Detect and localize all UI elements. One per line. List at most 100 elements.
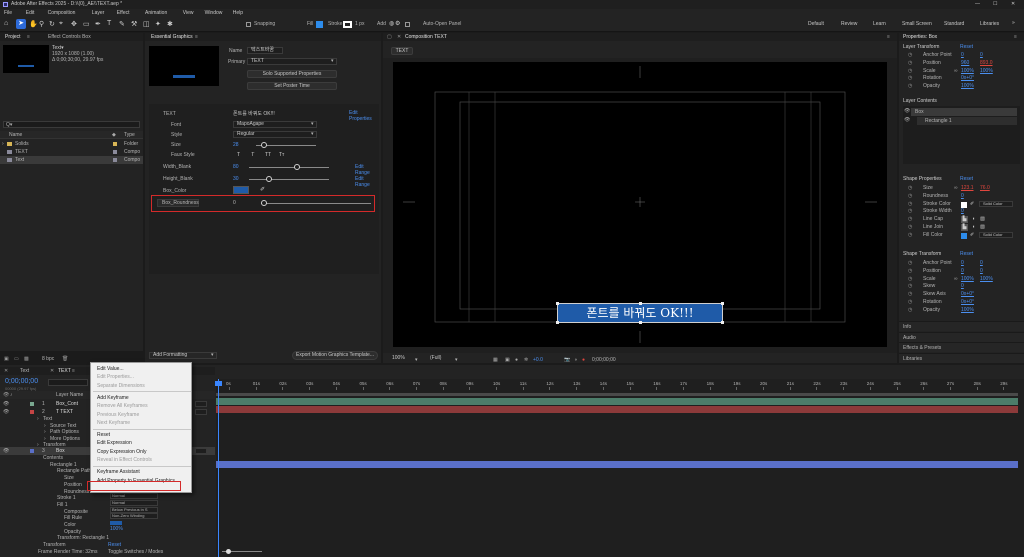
stopwatch-icon[interactable]: ◷ bbox=[908, 75, 912, 81]
snapping-checkbox[interactable] bbox=[246, 22, 251, 27]
project-item[interactable]: › Solids Folder bbox=[0, 140, 143, 148]
eye-icon[interactable]: 👁 bbox=[3, 447, 9, 455]
brush-tool-icon[interactable]: ✎ bbox=[119, 20, 125, 28]
property-name[interactable]: Size bbox=[64, 475, 74, 481]
prop-value-1[interactable]: 0 bbox=[961, 52, 964, 58]
new-comp-icon[interactable]: ▩ bbox=[24, 355, 29, 363]
width-slider-track[interactable] bbox=[249, 167, 329, 168]
interpret-icon[interactable]: ▣ bbox=[4, 355, 9, 363]
property-name[interactable]: Source Text bbox=[50, 423, 76, 429]
time-ruler[interactable]: 0s 01s 02s 03s 04s 05s 06s 07s 08s 09s 10s 11s 12s 13… bbox=[216, 381, 1024, 391]
prop-value-2[interactable]: 893.0 bbox=[980, 60, 993, 66]
eg-menu-icon[interactable]: ≡ bbox=[195, 33, 198, 41]
show-snapshot-icon[interactable]: ◑ bbox=[574, 356, 577, 364]
prop-value-1[interactable]: 123.1 bbox=[961, 185, 974, 191]
home-icon[interactable]: ⌂ bbox=[4, 20, 8, 27]
mask-icon[interactable]: ▣ bbox=[505, 356, 510, 364]
layer-name[interactable]: Box bbox=[56, 447, 65, 455]
property-name[interactable]: Composite bbox=[64, 509, 88, 515]
stopwatch-icon[interactable]: ◷ bbox=[908, 268, 912, 274]
label-color[interactable] bbox=[30, 402, 34, 406]
context-menu-item[interactable]: Add Keyframe bbox=[91, 394, 191, 403]
edit-properties-link[interactable]: Edit Properties bbox=[349, 110, 379, 122]
solo-supported-button[interactable]: Solo Supported Properties bbox=[247, 70, 337, 78]
fill-color-swatch[interactable] bbox=[110, 521, 122, 525]
workspace-small-screen[interactable]: Small Screen bbox=[902, 21, 932, 27]
menu-view[interactable]: View bbox=[183, 9, 194, 17]
stamp-tool-icon[interactable]: ⚒ bbox=[131, 20, 137, 28]
set-poster-time-button[interactable]: Set Poster Time bbox=[247, 82, 337, 90]
prop-value-2[interactable]: 0 bbox=[980, 52, 983, 58]
prop-value-2[interactable]: 100% bbox=[980, 68, 993, 74]
property-name[interactable]: Color bbox=[64, 522, 76, 528]
line-join-icon[interactable]: ▨ bbox=[979, 224, 986, 231]
faux-style-button[interactable]: Tт bbox=[279, 152, 284, 158]
close-icon[interactable]: ✕ bbox=[4, 367, 8, 375]
prop-value-1[interactable]: 0 bbox=[961, 268, 964, 274]
mode-value[interactable]: Normal bbox=[110, 493, 158, 499]
stopwatch-icon[interactable]: ◷ bbox=[908, 232, 912, 238]
context-menu-item[interactable]: Separate Dimensions bbox=[91, 382, 191, 391]
stopwatch-icon[interactable]: ◷ bbox=[908, 299, 912, 305]
edit-range-link[interactable]: Edit Range bbox=[355, 164, 379, 176]
stopwatch-icon[interactable]: ◷ bbox=[908, 260, 912, 266]
channel-red-icon[interactable]: ● bbox=[582, 356, 585, 364]
menu-window[interactable]: Window bbox=[205, 9, 223, 17]
roundness-slider-track[interactable] bbox=[261, 203, 371, 204]
property-name[interactable]: Stroke 1 bbox=[57, 495, 76, 501]
workspace-default[interactable]: Default bbox=[808, 21, 824, 27]
stopwatch-icon[interactable]: ◷ bbox=[908, 52, 912, 58]
mode-value[interactable]: Normal bbox=[110, 500, 158, 506]
stopwatch-icon[interactable]: ◷ bbox=[908, 291, 912, 297]
export-mogrt-button[interactable]: Export Motion Graphics Template... bbox=[292, 351, 378, 360]
menu-animation[interactable]: Animation bbox=[145, 9, 167, 17]
eraser-tool-icon[interactable]: ◫ bbox=[143, 20, 150, 28]
zoom-tool-icon[interactable]: ⚲ bbox=[39, 20, 44, 28]
stopwatch-icon[interactable]: ◷ bbox=[908, 224, 912, 230]
trash-icon[interactable]: 🗑 bbox=[62, 355, 68, 363]
props-tab[interactable]: Properties: Box bbox=[903, 33, 937, 41]
props-menu-icon[interactable]: ≡ bbox=[1014, 33, 1017, 41]
property-name[interactable]: More Options bbox=[50, 436, 80, 442]
property-name[interactable]: Contents bbox=[43, 455, 63, 461]
color-icon[interactable]: ✲ bbox=[524, 356, 528, 364]
toggle-switches[interactable]: Toggle Switches / Modes bbox=[108, 549, 163, 555]
rectangle-tool-icon[interactable]: ▭ bbox=[83, 20, 90, 28]
context-menu-item[interactable]: Next Keyframe bbox=[91, 419, 191, 428]
stopwatch-icon[interactable]: ◷ bbox=[908, 185, 912, 191]
name-input[interactable]: 텍스트바꿈 bbox=[247, 47, 283, 54]
font-select[interactable]: MapoAgape bbox=[233, 121, 317, 128]
lock-icon[interactable]: ▢ bbox=[387, 33, 392, 41]
hand-tool-icon[interactable]: ✋ bbox=[29, 20, 38, 28]
prop-value-1[interactable]: 0x+0° bbox=[961, 291, 974, 297]
property-name[interactable]: Fill 1 bbox=[57, 502, 68, 508]
minimize-icon[interactable]: — bbox=[975, 0, 980, 9]
label-color[interactable] bbox=[30, 410, 34, 414]
settings-icon[interactable]: ⚙ bbox=[395, 20, 400, 27]
snapshot-icon[interactable]: 📷 bbox=[564, 356, 570, 364]
color-type-select[interactable]: Solid Color bbox=[979, 231, 1013, 238]
comp-menu-icon[interactable]: ≡ bbox=[887, 33, 890, 41]
context-menu-item[interactable]: Edit Properties... bbox=[91, 373, 191, 382]
fill-swatch[interactable] bbox=[316, 21, 323, 28]
playhead[interactable] bbox=[218, 379, 219, 557]
prop-value-1[interactable]: 100% bbox=[961, 83, 974, 89]
workspace-libraries[interactable]: Libraries bbox=[980, 21, 999, 27]
panel-libraries[interactable]: Libraries bbox=[899, 352, 1024, 363]
stroke-width[interactable]: 1 px bbox=[355, 21, 364, 27]
height-blank-value[interactable]: 30 bbox=[233, 176, 239, 182]
menu-help[interactable]: Help bbox=[233, 9, 243, 17]
track-bar-1[interactable] bbox=[216, 398, 1018, 405]
property-name[interactable]: Text bbox=[43, 416, 52, 422]
link-icon[interactable]: ∞ bbox=[954, 185, 958, 191]
property-name[interactable]: Fill Rule bbox=[64, 515, 82, 521]
effect-controls-tab[interactable]: Effect Controls Box bbox=[48, 33, 91, 41]
prop-value-1[interactable]: 0x+0° bbox=[961, 299, 974, 305]
property-twirl[interactable]: › bbox=[44, 423, 46, 429]
workspace-learn[interactable]: Learn bbox=[873, 21, 886, 27]
primary-select[interactable]: TEXT bbox=[247, 58, 337, 65]
eyedropper-icon[interactable]: ✐ bbox=[970, 201, 974, 207]
context-menu-item[interactable]: Remove All Keyframes bbox=[91, 402, 191, 411]
color-swatch[interactable] bbox=[961, 201, 967, 208]
comp-timecode[interactable]: 0;00;00;00 bbox=[592, 356, 616, 364]
